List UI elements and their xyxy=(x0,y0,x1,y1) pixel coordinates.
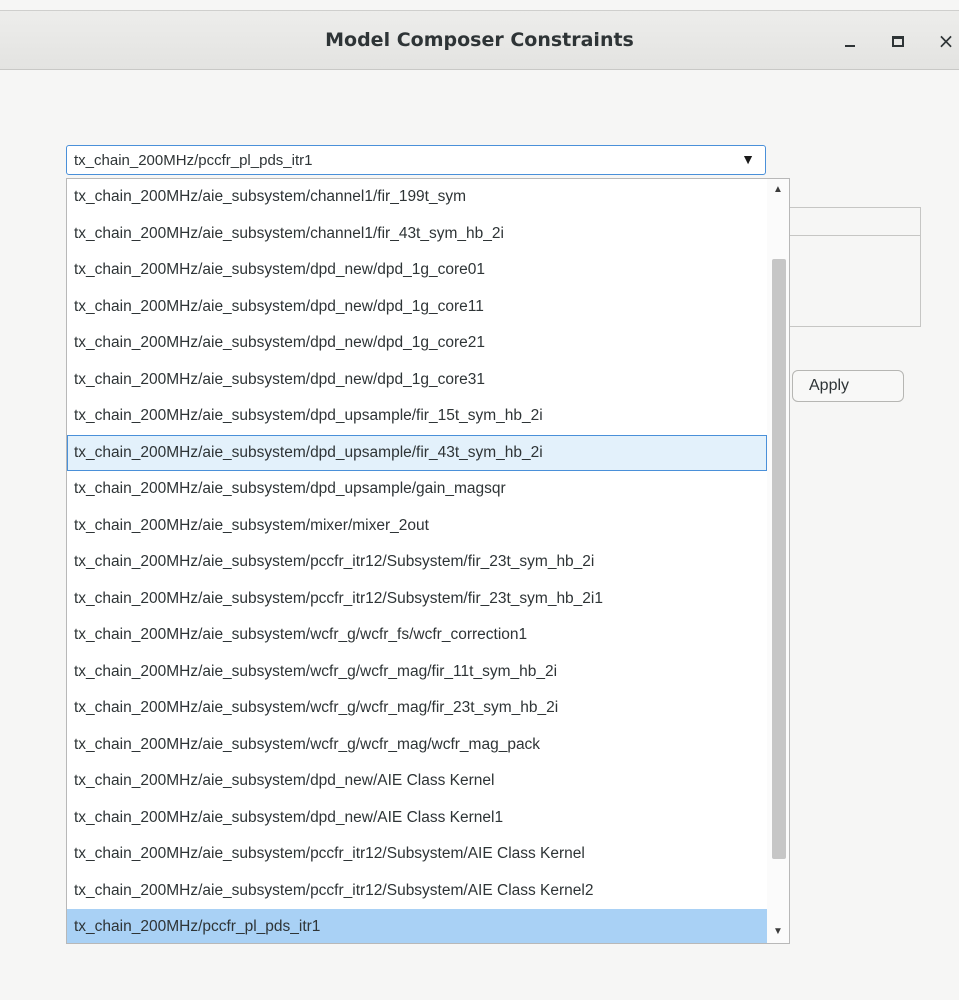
scrollbar-thumb[interactable] xyxy=(772,259,786,859)
maximize-icon xyxy=(892,35,904,47)
dropdown-item[interactable]: tx_chain_200MHz/aie_subsystem/channel1/f… xyxy=(67,179,767,216)
dropdown-item[interactable]: tx_chain_200MHz/aie_subsystem/mixer/mixe… xyxy=(67,508,767,545)
dropdown-item[interactable]: tx_chain_200MHz/aie_subsystem/pccfr_itr1… xyxy=(67,581,767,618)
dropdown-item[interactable]: tx_chain_200MHz/aie_subsystem/wcfr_g/wcf… xyxy=(67,617,767,654)
dropdown-item[interactable]: tx_chain_200MHz/aie_subsystem/wcfr_g/wcf… xyxy=(67,690,767,727)
dropdown-item[interactable]: tx_chain_200MHz/aie_subsystem/dpd_new/AI… xyxy=(67,800,767,837)
dropdown-item[interactable]: tx_chain_200MHz/aie_subsystem/dpd_upsamp… xyxy=(67,434,767,471)
scroll-down-icon[interactable]: ▼ xyxy=(767,921,789,941)
dropdown-item[interactable]: tx_chain_200MHz/aie_subsystem/dpd_new/dp… xyxy=(67,325,767,362)
combobox-value: tx_chain_200MHz/pccfr_pl_pds_itr1 xyxy=(74,152,313,169)
dropdown-item[interactable]: tx_chain_200MHz/aie_subsystem/wcfr_g/wcf… xyxy=(67,654,767,691)
title-bar[interactable]: Model Composer Constraints × xyxy=(0,10,959,70)
minimize-button[interactable] xyxy=(834,25,866,57)
dropdown-item[interactable]: tx_chain_200MHz/aie_subsystem/pccfr_itr1… xyxy=(67,873,767,910)
combobox-dropdown-list[interactable]: tx_chain_200MHz/aie_subsystem/channel1/f… xyxy=(66,178,790,944)
dropdown-item[interactable]: tx_chain_200MHz/aie_subsystem/dpd_new/dp… xyxy=(67,362,767,399)
chevron-down-icon: ▼ xyxy=(741,151,755,167)
maximize-button[interactable] xyxy=(882,25,914,57)
dropdown-item[interactable]: tx_chain_200MHz/pccfr_pl_pds_itr1 xyxy=(67,909,767,943)
scrollbar[interactable]: ▲ ▼ xyxy=(767,179,789,943)
apply-button[interactable]: Apply xyxy=(792,370,904,402)
minimize-icon xyxy=(845,45,855,47)
dropdown-item[interactable]: tx_chain_200MHz/aie_subsystem/dpd_new/dp… xyxy=(67,252,767,289)
scroll-up-icon[interactable]: ▲ xyxy=(767,179,789,199)
dropdown-items: tx_chain_200MHz/aie_subsystem/channel1/f… xyxy=(67,179,767,943)
block-path-combobox[interactable]: tx_chain_200MHz/pccfr_pl_pds_itr1 ▼ xyxy=(66,145,766,175)
dropdown-item[interactable]: tx_chain_200MHz/aie_subsystem/dpd_upsamp… xyxy=(67,398,767,435)
constraints-window: Model Composer Constraints × Apply tx_ch… xyxy=(0,0,959,1000)
dropdown-item[interactable]: tx_chain_200MHz/aie_subsystem/wcfr_g/wcf… xyxy=(67,727,767,764)
close-icon: × xyxy=(937,29,955,53)
dropdown-item[interactable]: tx_chain_200MHz/aie_subsystem/pccfr_itr1… xyxy=(67,544,767,581)
close-button[interactable]: × xyxy=(930,25,959,57)
window-title: Model Composer Constraints xyxy=(325,29,634,51)
dropdown-item[interactable]: tx_chain_200MHz/aie_subsystem/dpd_new/AI… xyxy=(67,763,767,800)
dropdown-item[interactable]: tx_chain_200MHz/aie_subsystem/dpd_upsamp… xyxy=(67,471,767,508)
dropdown-item[interactable]: tx_chain_200MHz/aie_subsystem/pccfr_itr1… xyxy=(67,836,767,873)
dropdown-item[interactable]: tx_chain_200MHz/aie_subsystem/channel1/f… xyxy=(67,216,767,253)
dropdown-item[interactable]: tx_chain_200MHz/aie_subsystem/dpd_new/dp… xyxy=(67,289,767,326)
